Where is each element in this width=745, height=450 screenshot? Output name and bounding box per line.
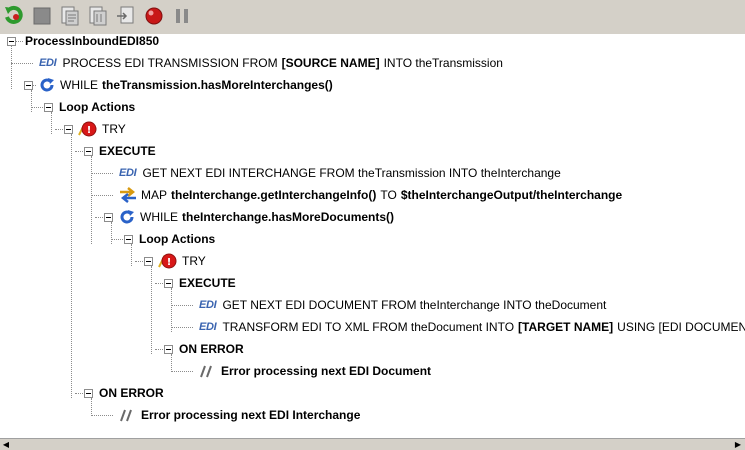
- collapse-toggle[interactable]: [24, 81, 33, 90]
- collapse-toggle[interactable]: [144, 257, 153, 266]
- map-arrows-icon: [119, 187, 137, 203]
- run-icon[interactable]: [3, 5, 25, 27]
- scroll-left-icon[interactable]: ◀: [1, 440, 11, 449]
- step-into-icon[interactable]: [59, 5, 81, 27]
- svg-text:!: !: [167, 257, 172, 268]
- tree-node-comment-document-error[interactable]: Error processing next EDI Document: [199, 360, 431, 382]
- step-out-icon[interactable]: [115, 5, 137, 27]
- collapse-toggle[interactable]: [84, 147, 93, 156]
- tree-node-try[interactable]: ! TRY: [76, 118, 126, 140]
- svg-text:!: !: [87, 125, 92, 136]
- tree-node-get-next-document[interactable]: EDI GET NEXT EDI DOCUMENT FROM theInterc…: [199, 294, 606, 316]
- try-icon: !: [156, 251, 178, 271]
- comment-icon: [119, 408, 137, 422]
- edi-icon: EDI: [199, 299, 217, 311]
- tree-node-transform-edi-to-xml[interactable]: EDI TRANSFORM EDI TO XML FROM theDocumen…: [199, 316, 745, 338]
- tree-node-execute-inner[interactable]: EXECUTE: [179, 272, 236, 294]
- process-name: ProcessInboundEDI850: [25, 34, 160, 48]
- collapse-toggle[interactable]: [64, 125, 73, 134]
- tree-node-loop-actions-inner[interactable]: Loop Actions: [139, 228, 215, 250]
- tree-node-loop-actions[interactable]: Loop Actions: [59, 96, 135, 118]
- pause-icon[interactable]: [171, 5, 193, 27]
- tree-node-process-edi-transmission[interactable]: EDI PROCESS EDI TRANSMISSION FROM [SOURC…: [39, 52, 503, 74]
- collapse-toggle[interactable]: [44, 103, 53, 112]
- collapse-toggle[interactable]: [164, 279, 173, 288]
- edi-icon: EDI: [39, 57, 57, 69]
- step-over-icon[interactable]: [87, 5, 109, 27]
- process-tree: ProcessInboundEDI850 EDI PROCESS EDI TRA…: [0, 34, 745, 438]
- collapse-toggle[interactable]: [104, 213, 113, 222]
- horizontal-scrollbar[interactable]: ◀ ▶: [0, 438, 745, 450]
- breakpoint-icon[interactable]: [143, 5, 165, 27]
- tree-node-try-inner[interactable]: ! TRY: [156, 250, 206, 272]
- edi-icon: EDI: [119, 167, 137, 179]
- tree-node-comment-interchange-error[interactable]: Error processing next EDI Interchange: [119, 404, 360, 426]
- comment-icon: [199, 364, 217, 378]
- tree-node-on-error-inner[interactable]: ON ERROR: [179, 338, 244, 360]
- collapse-toggle[interactable]: [84, 389, 93, 398]
- collapse-toggle[interactable]: [7, 37, 16, 46]
- collapse-toggle[interactable]: [124, 235, 133, 244]
- edi-icon: EDI: [199, 321, 217, 333]
- tree-node-while-documents[interactable]: WHILE theInterchange.hasMoreDocuments(): [118, 206, 394, 228]
- stop-icon[interactable]: [31, 5, 53, 27]
- collapse-toggle[interactable]: [164, 345, 173, 354]
- loop-icon: [38, 76, 56, 94]
- tree-node-map-interchange[interactable]: MAP theInterchange.getInterchangeInfo() …: [119, 184, 622, 206]
- tree-node-get-next-interchange[interactable]: EDI GET NEXT EDI INTERCHANGE FROM theTra…: [119, 162, 561, 184]
- tree-node-while-interchanges[interactable]: WHILE theTransmission.hasMoreInterchange…: [38, 74, 333, 96]
- tree-node-on-error[interactable]: ON ERROR: [99, 382, 164, 404]
- scroll-right-icon[interactable]: ▶: [733, 440, 743, 449]
- try-icon: !: [76, 119, 98, 139]
- loop-icon: [118, 208, 136, 226]
- tree-node-execute[interactable]: EXECUTE: [99, 140, 156, 162]
- debugger-toolbar: [0, 0, 745, 35]
- tree-root-process[interactable]: ProcessInboundEDI850: [25, 34, 159, 52]
